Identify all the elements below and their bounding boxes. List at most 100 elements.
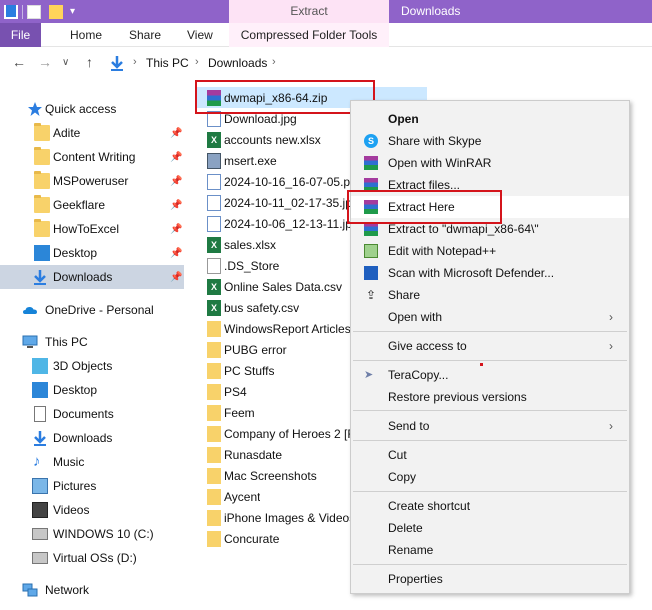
file-name: PUBG error bbox=[224, 342, 287, 357]
menu-item-share[interactable]: ⇪ Share bbox=[351, 284, 629, 306]
excel-file-icon: X bbox=[207, 299, 221, 316]
folder-icon bbox=[207, 341, 221, 358]
nav-item-pictures[interactable]: Pictures bbox=[0, 474, 184, 498]
menu-item-share-skype[interactable]: S Share with Skype bbox=[351, 130, 629, 152]
menu-label: Restore previous versions bbox=[388, 390, 527, 404]
cloud-icon bbox=[23, 307, 37, 314]
nav-this-pc[interactable]: This PC bbox=[0, 330, 184, 354]
tab-compressed-folder-tools[interactable]: Compressed Folder Tools bbox=[229, 23, 389, 47]
tab-file[interactable]: File bbox=[0, 23, 41, 47]
nav-label: Quick access bbox=[45, 102, 117, 116]
file-name: Online Sales Data.csv bbox=[224, 279, 343, 294]
breadcrumb-this-pc[interactable]: This PC bbox=[146, 56, 189, 70]
recent-locations-chevron-icon[interactable]: ∨ bbox=[62, 57, 69, 68]
breadcrumb-separator-icon: › bbox=[272, 56, 276, 68]
tab-share[interactable]: Share bbox=[129, 23, 161, 47]
menu-item-teracopy[interactable]: ➤ TeraCopy... bbox=[351, 364, 629, 386]
new-folder-icon[interactable] bbox=[49, 4, 63, 19]
downloads-folder-icon bbox=[4, 4, 18, 19]
file-name: .DS_Store bbox=[224, 258, 280, 273]
nav-item-drive-d[interactable]: Virtual OSs (D:) bbox=[0, 546, 184, 570]
excel-file-icon: X bbox=[207, 131, 221, 148]
folder-icon bbox=[34, 195, 50, 213]
file-name: bus safety.csv bbox=[224, 300, 300, 315]
folder-icon bbox=[207, 404, 221, 421]
nav-item-pc-desktop[interactable]: Desktop bbox=[0, 378, 184, 402]
nav-item-3d-objects[interactable]: 3D Objects bbox=[0, 354, 184, 378]
nav-item-music[interactable]: ♪ Music bbox=[0, 450, 184, 474]
menu-item-give-access[interactable]: Give access to › bbox=[351, 335, 629, 357]
nav-label: Downloads bbox=[53, 431, 113, 445]
file-name: sales.xlsx bbox=[224, 237, 277, 252]
menu-item-send-to[interactable]: Send to › bbox=[351, 415, 629, 437]
menu-item-edit-notepad[interactable]: Edit with Notepad++ bbox=[351, 240, 629, 262]
nav-label: Adite bbox=[53, 126, 81, 140]
nav-item-howtoexcel[interactable]: HowToExcel 📌 bbox=[0, 217, 184, 241]
forward-arrow-icon[interactable]: → bbox=[38, 54, 52, 70]
nav-item-downloads[interactable]: Downloads 📌 bbox=[0, 265, 184, 289]
menu-item-open[interactable]: Open bbox=[351, 108, 629, 130]
tab-view[interactable]: View bbox=[187, 23, 213, 47]
winrar-icon bbox=[364, 222, 378, 236]
pin-icon: 📌 bbox=[170, 175, 183, 187]
pin-icon: 📌 bbox=[170, 151, 183, 163]
up-arrow-icon[interactable]: ↑ bbox=[86, 54, 93, 70]
nav-item-content-writing[interactable]: Content Writing 📌 bbox=[0, 145, 184, 169]
menu-label: Cut bbox=[388, 448, 407, 462]
nav-label: Network bbox=[45, 583, 90, 597]
nav-label: MSPoweruser bbox=[53, 174, 129, 188]
menu-item-rename[interactable]: Rename bbox=[351, 539, 629, 561]
nav-item-drive-c[interactable]: WINDOWS 10 (C:) bbox=[0, 522, 184, 546]
extract-context-tab-header: Extract bbox=[229, 0, 389, 23]
menu-item-scan-defender[interactable]: Scan with Microsoft Defender... bbox=[351, 262, 629, 284]
properties-icon[interactable] bbox=[27, 4, 41, 19]
folder-icon bbox=[207, 383, 221, 400]
winrar-icon bbox=[364, 156, 378, 170]
nav-quick-access[interactable]: Quick access bbox=[0, 97, 184, 121]
menu-item-delete[interactable]: Delete bbox=[351, 517, 629, 539]
nav-label: HowToExcel bbox=[53, 222, 120, 236]
nav-onedrive[interactable]: OneDrive - Personal bbox=[0, 298, 184, 322]
tab-home[interactable]: Home bbox=[70, 23, 102, 47]
menu-label: Give access to bbox=[388, 339, 467, 353]
navigation-pane: Quick access Adite 📌 Content Writing 📌 M… bbox=[0, 95, 186, 610]
menu-item-properties[interactable]: Properties bbox=[351, 568, 629, 590]
menu-item-open-winrar[interactable]: Open with WinRAR bbox=[351, 152, 629, 174]
nav-item-geekflare[interactable]: Geekflare 📌 bbox=[0, 193, 184, 217]
nav-item-mspoweruser[interactable]: MSPoweruser 📌 bbox=[0, 169, 184, 193]
executable-icon bbox=[207, 152, 221, 169]
file-list: dwmapi_x86-64.zip Download.jpg X account… bbox=[196, 86, 427, 556]
nav-item-pc-downloads[interactable]: Downloads bbox=[0, 426, 184, 450]
drive-icon bbox=[32, 552, 48, 564]
file-name: PS4 bbox=[224, 384, 247, 399]
toolbar-divider bbox=[22, 4, 23, 19]
submenu-chevron-icon: › bbox=[609, 419, 613, 433]
pin-icon: 📌 bbox=[170, 127, 183, 139]
folder-icon bbox=[34, 123, 50, 141]
nav-label: Music bbox=[53, 455, 85, 469]
image-file-icon bbox=[207, 194, 221, 211]
nav-item-videos[interactable]: Videos bbox=[0, 498, 184, 522]
nav-item-adite[interactable]: Adite 📌 bbox=[0, 121, 184, 145]
menu-item-cut[interactable]: Cut bbox=[351, 444, 629, 466]
window-title: Downloads bbox=[401, 4, 461, 18]
file-name: Runasdate bbox=[224, 447, 283, 462]
menu-item-open-with[interactable]: Open with › bbox=[351, 306, 629, 328]
folder-icon bbox=[207, 488, 221, 505]
folder-icon bbox=[207, 446, 221, 463]
menu-item-restore-versions[interactable]: Restore previous versions bbox=[351, 386, 629, 408]
breadcrumb-downloads[interactable]: Downloads bbox=[208, 56, 267, 70]
nav-network[interactable]: Network bbox=[0, 578, 184, 602]
back-arrow-icon[interactable]: ← bbox=[12, 54, 26, 70]
nav-item-desktop[interactable]: Desktop 📌 bbox=[0, 241, 184, 265]
ribbon-tabs: File Home Share View Compressed Folder T… bbox=[0, 23, 652, 47]
breadcrumb-separator-icon: › bbox=[195, 56, 199, 68]
customize-toolbar-chevron-icon[interactable]: ▾ bbox=[70, 6, 75, 17]
menu-item-create-shortcut[interactable]: Create shortcut bbox=[351, 495, 629, 517]
menu-item-copy[interactable]: Copy bbox=[351, 466, 629, 488]
nav-item-documents[interactable]: Documents bbox=[0, 402, 184, 426]
file-name: Concurate bbox=[224, 531, 280, 546]
menu-divider bbox=[353, 491, 627, 492]
menu-label: Delete bbox=[388, 521, 423, 535]
computer-icon bbox=[22, 335, 38, 348]
